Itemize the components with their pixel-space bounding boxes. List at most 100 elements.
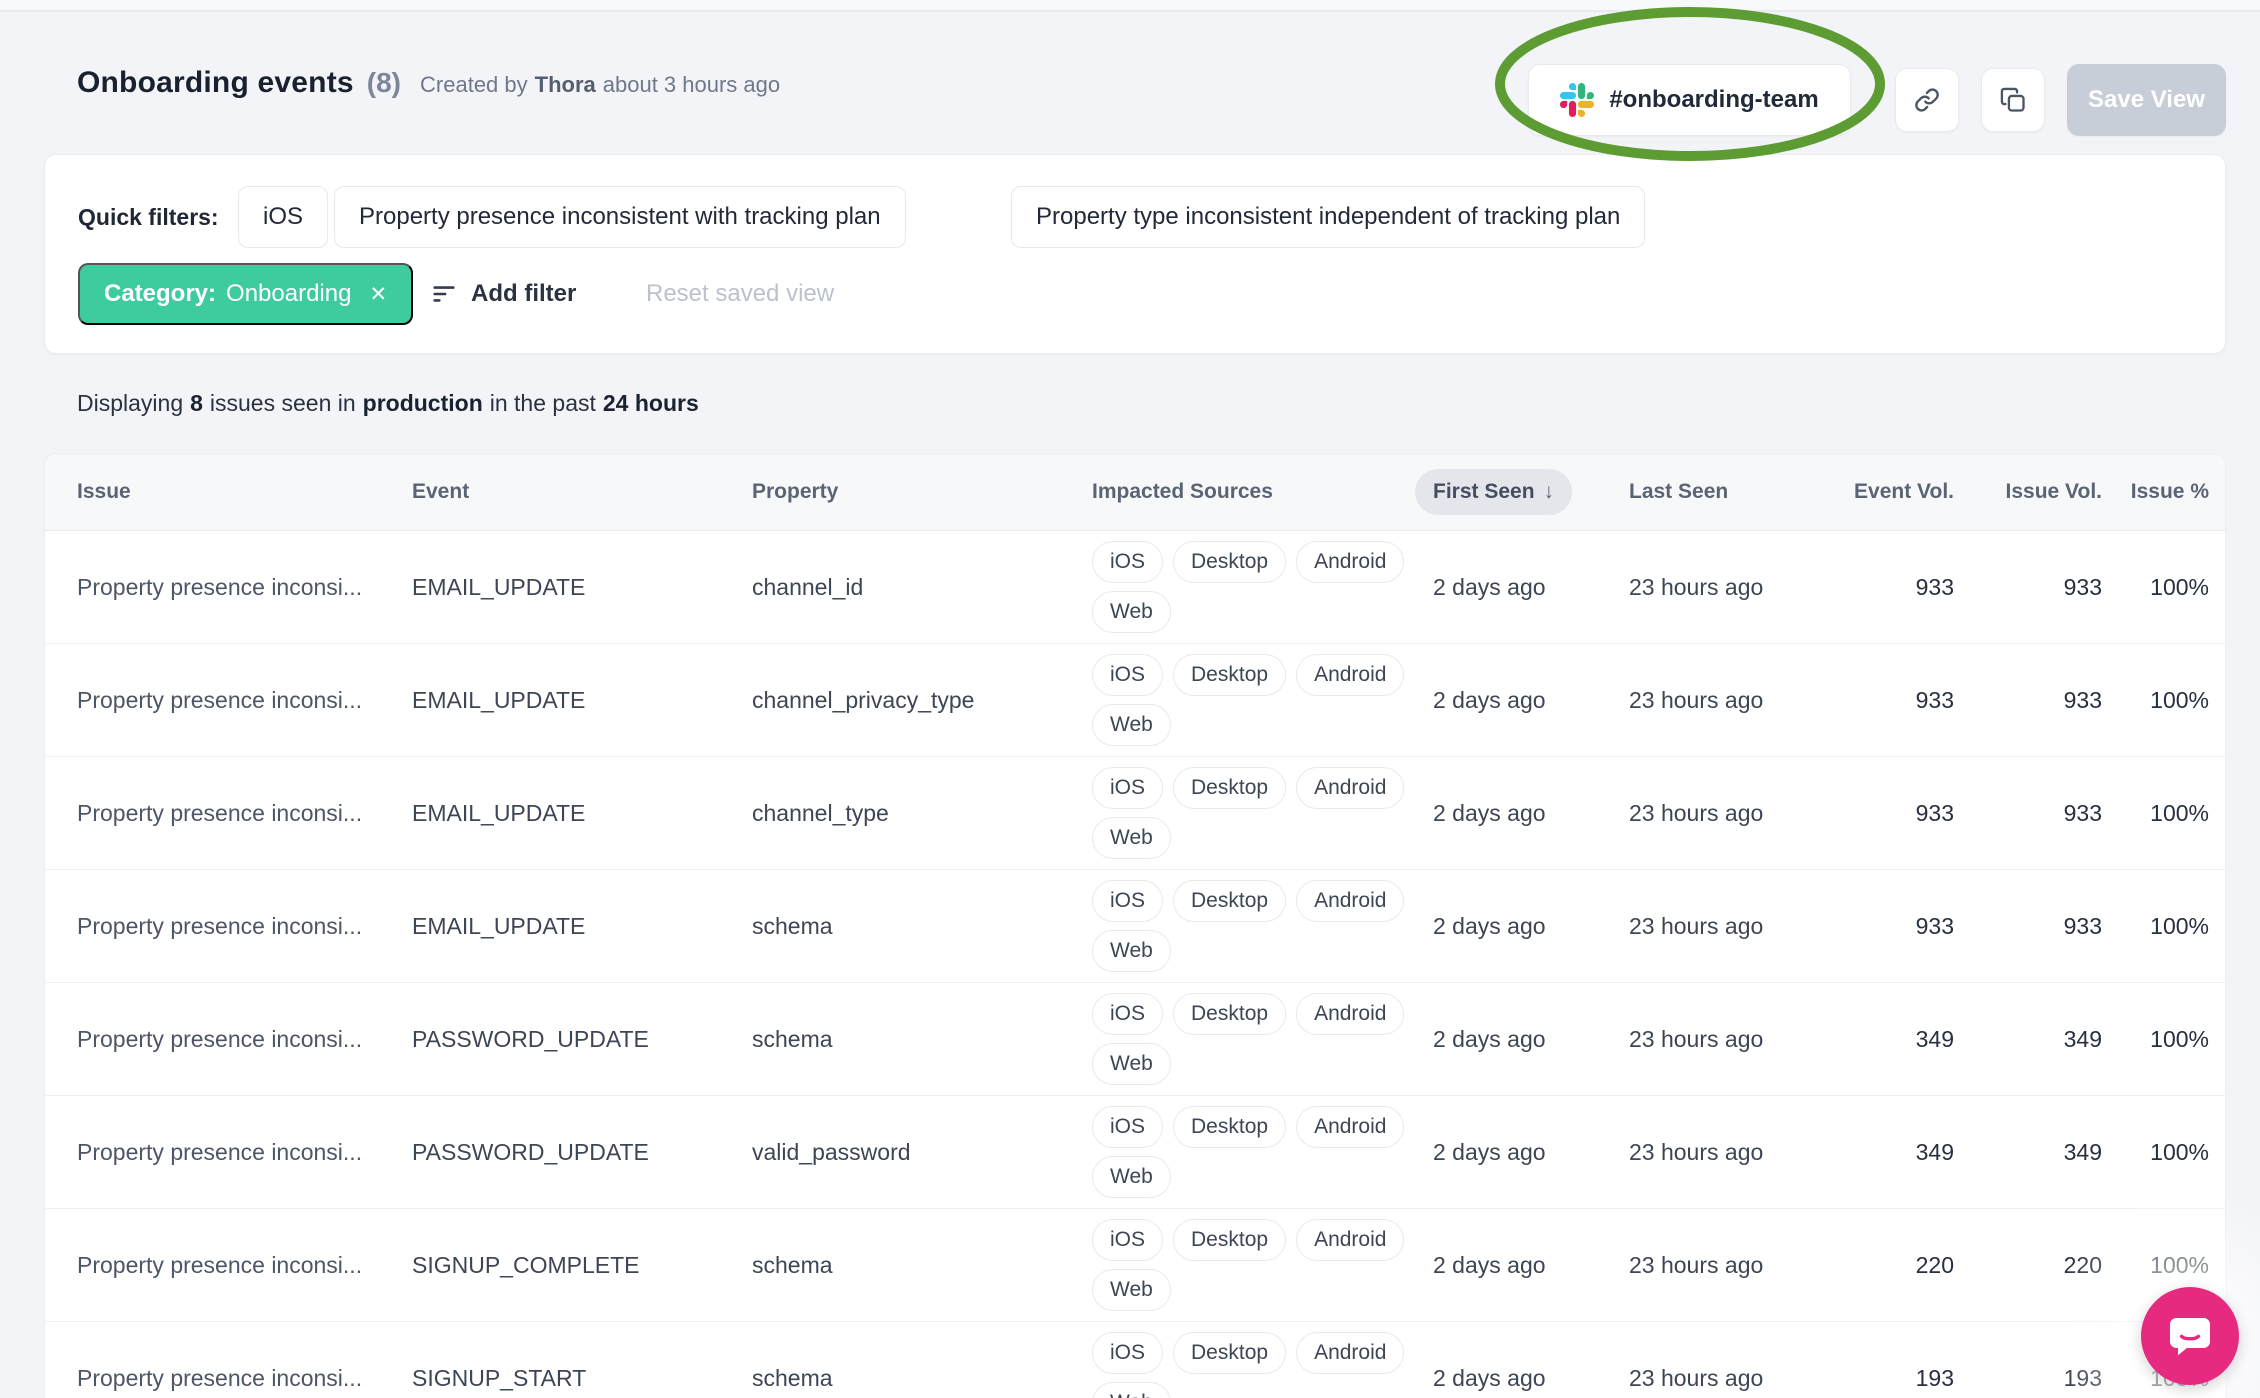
event-vol-cell: 220 xyxy=(1829,1209,1954,1321)
quick-filter-property-presence[interactable]: Property presence inconsistent with trac… xyxy=(334,186,906,248)
source-pill: iOS xyxy=(1092,880,1164,922)
col-header-issue-pct[interactable]: Issue % xyxy=(2102,454,2225,530)
source-pill: Android xyxy=(1296,1106,1405,1148)
source-pill: Android xyxy=(1296,541,1405,583)
issue-vol-cell: 933 xyxy=(1954,644,2102,756)
chat-launcher-button[interactable] xyxy=(2141,1287,2239,1385)
issue-pct-cell: 100% xyxy=(2102,870,2225,982)
source-pill: iOS xyxy=(1092,993,1164,1035)
source-pill: Desktop xyxy=(1173,1219,1287,1261)
active-filter-category-chip[interactable]: Category: Onboarding ✕ xyxy=(78,263,414,325)
last-seen-value: 23 hours ago xyxy=(1629,573,1764,600)
remove-filter-icon[interactable]: ✕ xyxy=(369,282,387,307)
impacted-sources: iOSDesktopAndroid Web xyxy=(1092,1322,1415,1398)
col-header-last-seen[interactable]: Last Seen xyxy=(1629,454,1829,530)
col-header-event-vol[interactable]: Event Vol. xyxy=(1829,454,1954,530)
table-row[interactable]: Property presence inconsi... EMAIL_UPDAT… xyxy=(45,757,2225,870)
col-header-event[interactable]: Event xyxy=(412,454,752,530)
issue-vol-value: 193 xyxy=(2063,1364,2102,1391)
last-seen-cell: 23 hours ago xyxy=(1629,1322,1829,1398)
last-seen-value: 23 hours ago xyxy=(1629,1025,1764,1052)
last-seen-value: 23 hours ago xyxy=(1629,799,1764,826)
table-row[interactable]: Property presence inconsi... EMAIL_UPDAT… xyxy=(45,531,2225,644)
property-name: schema xyxy=(752,1251,833,1278)
impacted-sources: iOSDesktopAndroid Web xyxy=(1092,983,1415,1095)
event-name: SIGNUP_START xyxy=(412,1364,587,1391)
issue-pct-cell: 100% xyxy=(2102,983,2225,1095)
issues-table: Issue Event Property Impacted Sources Fi… xyxy=(44,453,2226,1398)
impacted-sources: iOSDesktopAndroid Web xyxy=(1092,757,1415,869)
impacted-sources: iOSDesktopAndroid Web xyxy=(1092,1209,1415,1321)
summary-mid1: issues seen in xyxy=(209,390,356,416)
event-name: EMAIL_UPDATE xyxy=(412,912,586,939)
source-pill: Android xyxy=(1296,880,1405,922)
source-pill: Desktop xyxy=(1173,993,1287,1035)
active-filter-name: Category: xyxy=(104,280,217,307)
sort-pill[interactable]: First Seen ↓ xyxy=(1415,469,1573,515)
table-row[interactable]: Property presence inconsi... EMAIL_UPDAT… xyxy=(45,870,2225,983)
active-filter-value: Onboarding xyxy=(226,280,352,307)
col-header-first-seen[interactable]: First Seen ↓ xyxy=(1415,454,1629,530)
summary-timerange: 24 hours xyxy=(602,390,699,416)
slack-channel-button[interactable]: #onboarding-team xyxy=(1528,64,1851,136)
table-row[interactable]: Property presence inconsi... PASSWORD_UP… xyxy=(45,983,2225,1096)
issue-vol-value: 349 xyxy=(2063,1138,2102,1165)
property-name: schema xyxy=(752,1364,833,1391)
event-vol-value: 349 xyxy=(1915,1138,1954,1165)
table-row[interactable]: Property presence inconsi... PASSWORD_UP… xyxy=(45,1096,2225,1209)
property-name: schema xyxy=(752,1025,833,1052)
col-header-property[interactable]: Property xyxy=(752,454,1092,530)
first-seen-cell: 2 days ago xyxy=(1415,757,1629,869)
reset-saved-view-button[interactable]: Reset saved view xyxy=(646,263,834,325)
property-name: valid_password xyxy=(752,1138,911,1165)
filters-panel: Quick filters: iOS Property presence inc… xyxy=(44,154,2226,354)
last-seen-value: 23 hours ago xyxy=(1629,1251,1764,1278)
last-seen-value: 23 hours ago xyxy=(1629,912,1764,939)
source-pill: Web xyxy=(1092,930,1171,972)
impacted-sources: iOSDesktopAndroid Web xyxy=(1092,1096,1415,1208)
top-divider xyxy=(0,0,2260,12)
save-view-button[interactable]: Save View xyxy=(2067,64,2226,136)
event-vol-cell: 933 xyxy=(1829,870,1954,982)
table-row[interactable]: Property presence inconsi... SIGNUP_COMP… xyxy=(45,1209,2225,1322)
last-seen-cell: 23 hours ago xyxy=(1629,870,1829,982)
event-vol-cell: 349 xyxy=(1829,1096,1954,1208)
source-pill: Web xyxy=(1092,1269,1171,1311)
property-cell: schema xyxy=(752,1209,1092,1321)
source-pill: Desktop xyxy=(1173,1332,1287,1374)
last-seen-cell: 23 hours ago xyxy=(1629,983,1829,1095)
issue-pct-cell: 100% xyxy=(2102,757,2225,869)
source-pill: Web xyxy=(1092,704,1171,746)
issue-cell: Property presence inconsi... xyxy=(45,1209,412,1321)
col-header-impacted-sources[interactable]: Impacted Sources xyxy=(1092,454,1415,530)
col-header-issue[interactable]: Issue xyxy=(45,454,412,530)
slack-logo-icon xyxy=(1560,83,1595,117)
event-vol-value: 193 xyxy=(1915,1364,1954,1391)
duplicate-view-button[interactable] xyxy=(1981,68,2045,132)
last-seen-value: 23 hours ago xyxy=(1629,686,1764,713)
table-row[interactable]: Property presence inconsi... SIGNUP_STAR… xyxy=(45,1322,2225,1398)
first-seen-value: 2 days ago xyxy=(1433,573,1546,600)
filter-lines-icon xyxy=(433,286,455,302)
col-header-issue-vol[interactable]: Issue Vol. xyxy=(1954,454,2102,530)
add-filter-button[interactable]: Add filter xyxy=(430,263,576,325)
event-cell: EMAIL_UPDATE xyxy=(412,531,752,643)
event-vol-cell: 933 xyxy=(1829,644,1954,756)
event-vol-cell: 933 xyxy=(1829,531,1954,643)
event-vol-value: 933 xyxy=(1915,912,1954,939)
add-filter-label: Add filter xyxy=(471,280,577,307)
created-meta: Created by Thora about 3 hours ago xyxy=(420,72,780,98)
quick-filter-ios[interactable]: iOS xyxy=(238,186,329,248)
first-seen-value: 2 days ago xyxy=(1433,1138,1546,1165)
issue-pct-value: 100% xyxy=(2150,686,2209,713)
col-header-first-seen-label: First Seen xyxy=(1433,480,1535,503)
copy-link-button[interactable] xyxy=(1895,68,1959,132)
source-pill: Web xyxy=(1092,1156,1171,1198)
table-row[interactable]: Property presence inconsi... EMAIL_UPDAT… xyxy=(45,644,2225,757)
issue-pct-value: 100% xyxy=(2150,912,2209,939)
sort-desc-icon: ↓ xyxy=(1543,480,1555,503)
source-pill: Android xyxy=(1296,1219,1405,1261)
quick-filter-property-type[interactable]: Property type inconsistent independent o… xyxy=(1011,186,1646,248)
property-cell: valid_password xyxy=(752,1096,1092,1208)
source-pill: iOS xyxy=(1092,767,1164,809)
